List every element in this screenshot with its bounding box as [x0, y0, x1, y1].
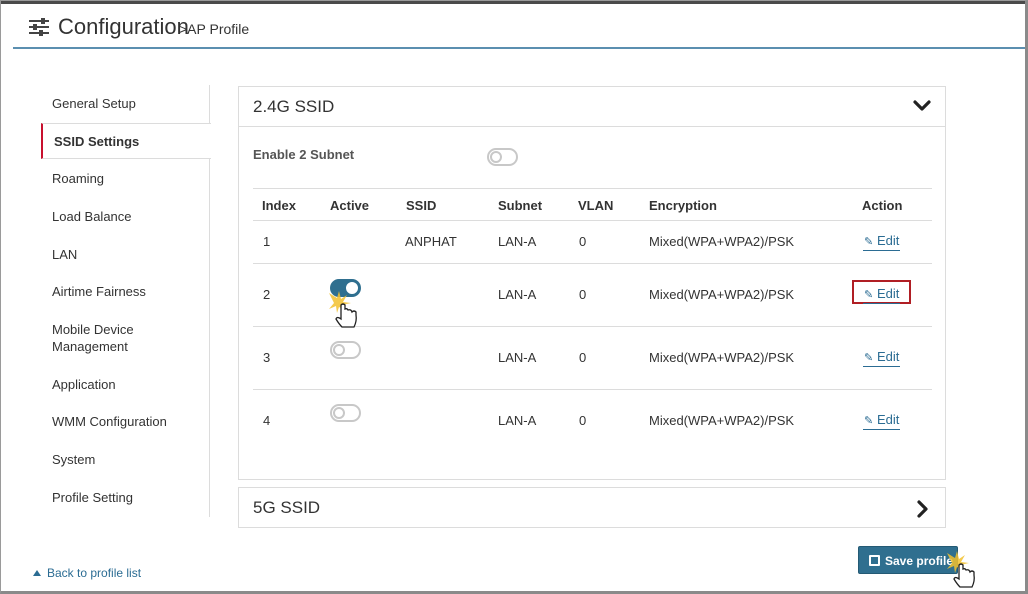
sidebar-item-roaming[interactable]: Roaming	[41, 170, 210, 187]
table-row: 4 LAN-A 0 Mixed(WPA+WPA2)/PSK ✎ Edit	[253, 389, 932, 452]
edit-label: Edit	[877, 349, 900, 364]
page-header: Configuration >AP Profile	[13, 9, 1025, 49]
edit-label: Edit	[877, 233, 900, 248]
row-ssid: ANPHAT	[405, 234, 457, 249]
row-subnet: LAN-A	[498, 350, 537, 365]
ssid-5g-panel[interactable]: 5G SSID	[238, 487, 946, 528]
sidebar-item-profile-setting[interactable]: Profile Setting	[41, 489, 210, 506]
column-header-action: Action	[862, 198, 903, 213]
edit-label: Edit	[877, 286, 900, 301]
chevron-down-icon[interactable]	[913, 97, 931, 115]
toggle-knob	[490, 151, 502, 163]
pencil-icon: ✎	[864, 352, 874, 364]
back-link-label: Back to profile list	[47, 566, 142, 580]
edit-button[interactable]: ✎ Edit	[863, 233, 901, 251]
ssid-24g-title: 2.4G SSID	[253, 97, 335, 116]
column-header-index: Index	[262, 198, 296, 213]
top-border	[1, 1, 1025, 4]
sidebar-item-general-setup[interactable]: General Setup	[41, 95, 210, 112]
column-header-vlan: VLAN	[578, 198, 614, 213]
row-encryption: Mixed(WPA+WPA2)/PSK	[649, 350, 795, 365]
pencil-icon: ✎	[864, 415, 874, 427]
hand-cursor-icon	[947, 551, 975, 588]
row-encryption: Mixed(WPA+WPA2)/PSK	[649, 413, 795, 428]
row-subnet: LAN-A	[498, 234, 537, 249]
sliders-icon	[29, 17, 49, 37]
ssid-5g-title: 5G SSID	[253, 498, 321, 517]
table-row: 3 LAN-A 0 Mixed(WPA+WPA2)/PSK ✎ Edit	[253, 326, 932, 389]
column-header-active: Active	[330, 198, 370, 213]
row-index: 2	[263, 287, 271, 302]
sidebar: General Setup SSID Settings Roaming Load…	[41, 85, 211, 517]
row-vlan: 0	[579, 234, 587, 249]
active-toggle[interactable]	[330, 404, 361, 422]
sidebar-item-airtime-fairness[interactable]: Airtime Fairness	[41, 283, 210, 300]
sidebar-item-lan[interactable]: LAN	[41, 246, 210, 263]
column-header-subnet: Subnet	[498, 198, 543, 213]
edit-button[interactable]: ✎ Edit	[863, 286, 901, 304]
sidebar-item-application[interactable]: Application	[41, 376, 210, 393]
enable-subnet-label: Enable 2 Subnet	[253, 147, 355, 162]
edit-button[interactable]: ✎ Edit	[863, 412, 901, 430]
sidebar-item-system[interactable]: System	[41, 451, 210, 468]
ssid-24g-panel: 2.4G SSID Enable 2 Subnet Index Active S…	[238, 86, 946, 480]
edit-label: Edit	[877, 412, 900, 427]
breadcrumb: >AP Profile	[179, 21, 250, 37]
sidebar-item-wmm-configuration[interactable]: WMM Configuration	[41, 413, 210, 430]
back-to-profile-list-link[interactable]: Back to profile list	[33, 566, 141, 580]
row-subnet: LAN-A	[498, 287, 537, 302]
row-encryption: Mixed(WPA+WPA2)/PSK	[649, 234, 795, 249]
sidebar-item-ssid-settings[interactable]: SSID Settings	[41, 123, 211, 159]
arrow-up-icon	[33, 570, 41, 576]
row-index: 4	[263, 413, 271, 428]
column-header-ssid: SSID	[406, 198, 437, 213]
table-header-row: Index Active SSID Subnet VLAN Encryption…	[253, 188, 932, 220]
active-toggle[interactable]	[330, 341, 361, 359]
chevron-right-icon[interactable]	[913, 500, 931, 518]
ssid-24g-panel-header[interactable]: 2.4G SSID	[239, 87, 945, 127]
save-profile-label: Save profile	[885, 554, 954, 568]
page-title: Configuration	[58, 14, 189, 39]
row-encryption: Mixed(WPA+WPA2)/PSK	[649, 287, 795, 302]
edit-button[interactable]: ✎ Edit	[863, 349, 901, 367]
hand-cursor-icon	[329, 291, 357, 328]
save-disk-icon	[869, 555, 880, 566]
toggle-knob	[333, 344, 345, 356]
app-window: Configuration >AP Profile General Setup …	[0, 0, 1028, 594]
row-index: 3	[263, 350, 271, 365]
column-header-encryption: Encryption	[649, 198, 717, 213]
row-subnet: LAN-A	[498, 413, 537, 428]
pencil-icon: ✎	[864, 289, 874, 301]
save-profile-button[interactable]: Save profile	[858, 546, 958, 574]
table-row: 1 ANPHAT LAN-A 0 Mixed(WPA+WPA2)/PSK ✎ Ed…	[253, 220, 932, 263]
row-vlan: 0	[579, 413, 587, 428]
row-vlan: 0	[579, 287, 587, 302]
enable-subnet-toggle[interactable]	[487, 148, 518, 166]
row-index: 1	[263, 234, 271, 249]
toggle-knob	[333, 407, 345, 419]
pencil-icon: ✎	[864, 236, 874, 248]
sidebar-item-load-balance[interactable]: Load Balance	[41, 208, 210, 225]
row-vlan: 0	[579, 350, 587, 365]
sidebar-item-mobile-device-management[interactable]: Mobile Device Management	[41, 321, 161, 355]
